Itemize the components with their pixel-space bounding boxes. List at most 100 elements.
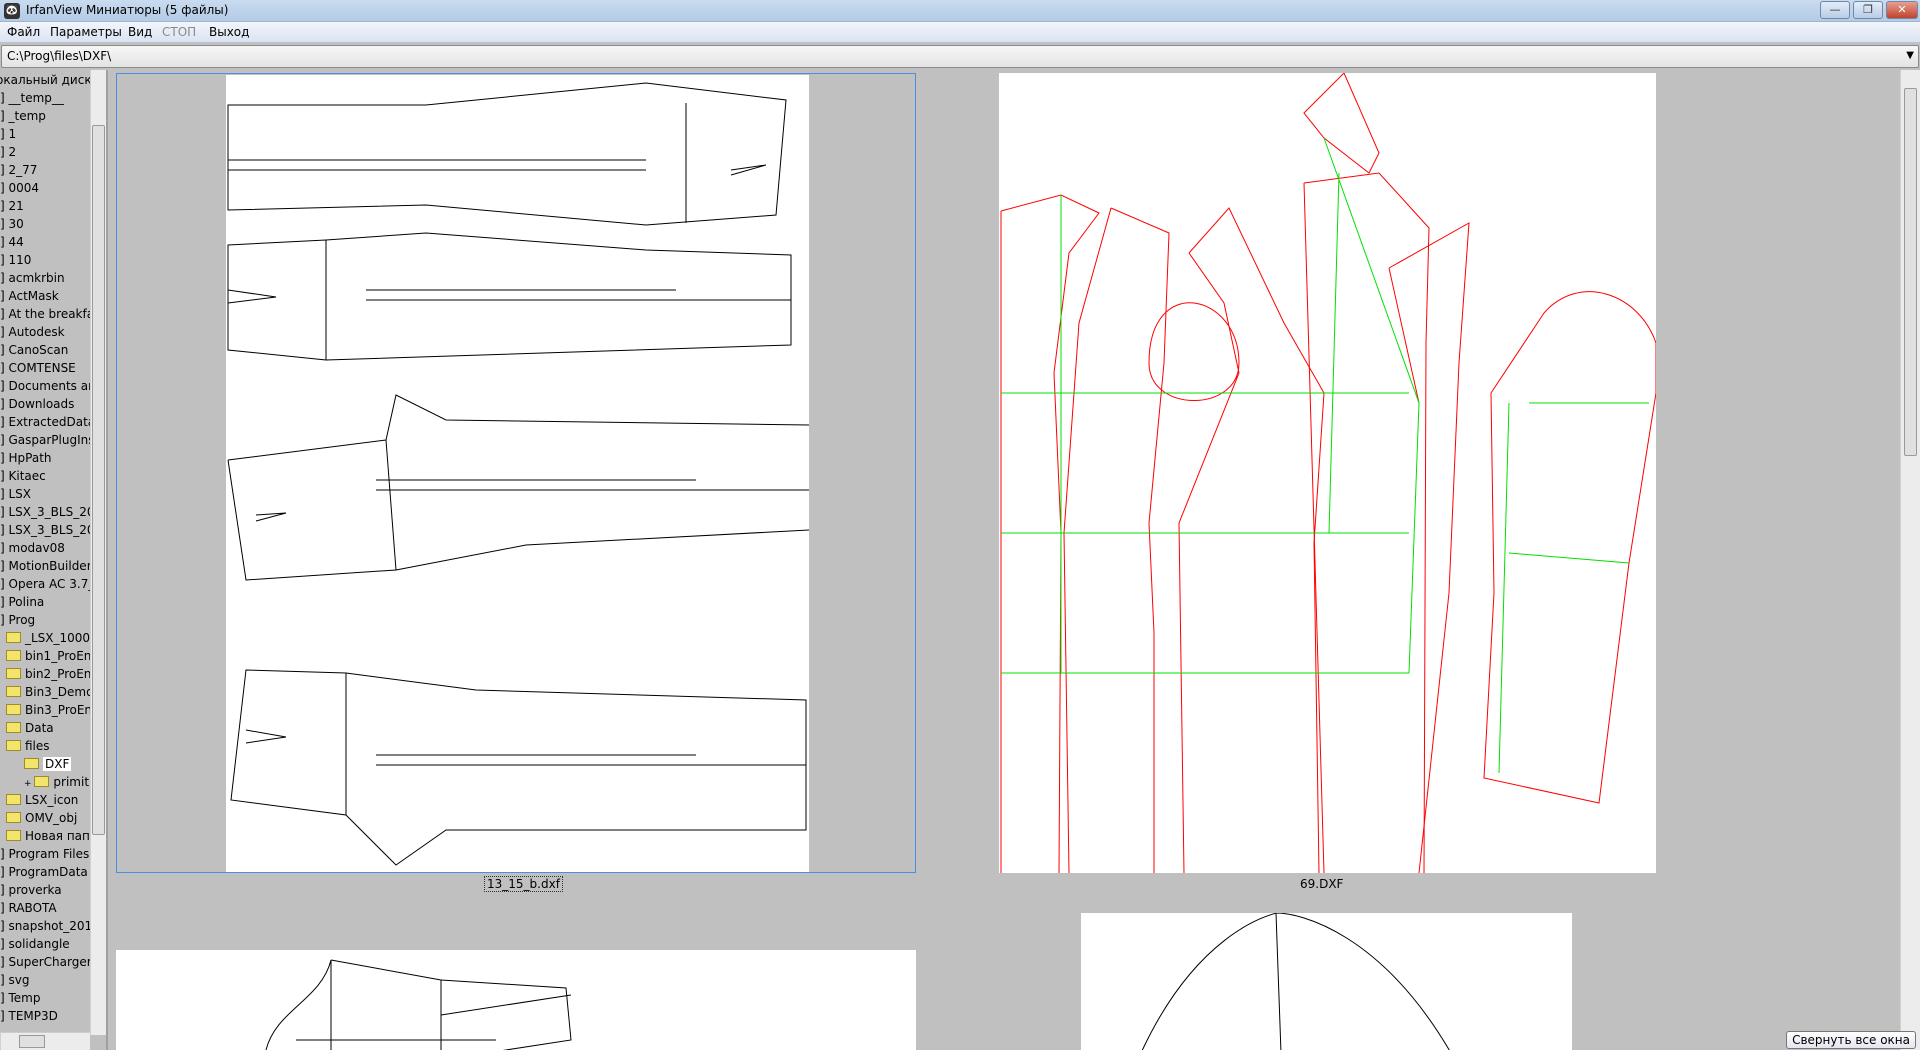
tree-item[interactable]: files	[6, 737, 50, 755]
tree-hscroll-thumb[interactable]	[19, 1035, 45, 1048]
tree-item[interactable]: окальный диск (	[0, 71, 100, 89]
tree-scroll-thumb[interactable]	[92, 125, 105, 835]
tree-item[interactable]: ] 21	[0, 197, 24, 215]
tree-item-label: MotionBuilder2	[8, 559, 100, 573]
tree-branch-line: ]	[0, 307, 9, 321]
tree-item[interactable]: + primitiv	[24, 773, 99, 791]
tree-item-label: 110	[8, 253, 32, 267]
tree-branch-line: ]	[0, 397, 9, 411]
tree-item[interactable]: Bin3_Demo	[6, 683, 93, 701]
tree-item[interactable]: ] Downloads	[0, 395, 74, 413]
thumbnail-label: 69.DXF	[1300, 877, 1344, 891]
menu-file[interactable]: Файл	[7, 25, 40, 39]
tree-item[interactable]: ] Opera AC 3.7_н	[0, 575, 102, 593]
tree-item[interactable]: ] ProgramData	[0, 863, 88, 881]
tree-item[interactable]: OMV_obj	[6, 809, 77, 827]
tree-item-label: Polina	[8, 595, 45, 609]
tree-item-label: OMV_obj	[25, 811, 78, 825]
tree-vertical-scrollbar[interactable]	[90, 70, 106, 1035]
tree-branch-line: ]	[0, 415, 9, 429]
tree-item-label: Downloads	[8, 397, 75, 411]
tree-item[interactable]: ] RABOTA	[0, 899, 57, 917]
tree-item[interactable]: ] SuperChargerP	[0, 953, 99, 971]
tree-item[interactable]: Bin3_ProEn_	[6, 701, 98, 719]
tree-item[interactable]: ] Polina	[0, 593, 44, 611]
tree-item[interactable]: ] snapshot_2018-	[0, 917, 104, 935]
tree-item[interactable]: ] svg	[0, 971, 29, 989]
main-scroll-thumb[interactable]	[1904, 88, 1917, 456]
tree-item[interactable]: ] Autodesk	[0, 323, 65, 341]
tree-item-label: 21	[8, 199, 24, 213]
menu-exit[interactable]: Выход	[209, 25, 249, 39]
tree-item[interactable]: bin2_ProEn_	[6, 665, 97, 683]
tree-item[interactable]: ] solidangle	[0, 935, 70, 953]
tree-item-label: SuperChargerP	[8, 955, 99, 969]
tree-item[interactable]: Data	[6, 719, 54, 737]
tree-item[interactable]: ] Documents and	[0, 377, 103, 395]
menu-view[interactable]: Вид	[128, 25, 152, 39]
main-vertical-scrollbar[interactable]	[1900, 70, 1920, 1050]
tree-item-label: __temp__	[8, 91, 64, 105]
tree-item[interactable]: ] HpPath	[0, 449, 52, 467]
tree-item[interactable]: _LSX_1000_	[6, 629, 96, 647]
folder-icon	[6, 740, 21, 751]
tree-item[interactable]: Новая папк	[6, 827, 97, 845]
tree-item[interactable]: ] ExtractedData	[0, 413, 95, 431]
tree-branch-line: ]	[0, 559, 9, 573]
path-combobox[interactable]: C:\Prog\files\DXF\ ▼	[1, 45, 1919, 68]
folder-icon	[6, 668, 21, 679]
tree-branch-line: ]	[0, 91, 9, 105]
menu-options[interactable]: Параметры	[50, 25, 122, 39]
tree-item-label: DXF	[43, 757, 72, 771]
tree-item[interactable]: ] 110	[0, 251, 31, 269]
tree-item[interactable]: ] Temp	[0, 989, 40, 1007]
close-button[interactable]: ✕	[1886, 1, 1918, 19]
tree-item[interactable]: ] GasparPlugIns	[0, 431, 95, 449]
tree-item[interactable]: ] 0004	[0, 179, 39, 197]
tree-item[interactable]: ] Prog	[0, 611, 35, 629]
tree-item-label: Bin3_Demo	[25, 685, 94, 699]
tree-item[interactable]: ] 2	[0, 143, 16, 161]
tree-item[interactable]: DXF	[24, 755, 72, 773]
tree-item[interactable]: ] 2_77	[0, 161, 37, 179]
tree-item-label: Kitaec	[8, 469, 46, 483]
tree-item-label: GasparPlugIns	[8, 433, 95, 447]
tree-item-label: Opera AC 3.7_н	[8, 577, 103, 591]
thumbnail-13-15-b[interactable]	[116, 73, 916, 873]
thumbnail-3[interactable]	[116, 950, 916, 1050]
tree-item[interactable]: ] modav08	[0, 539, 65, 557]
tree-horizontal-scrollbar[interactable]	[0, 1032, 90, 1050]
expand-icon[interactable]: +	[24, 779, 34, 789]
tree-item-label: 0004	[8, 181, 40, 195]
tree-item[interactable]: LSX_icon	[6, 791, 78, 809]
tree-branch-line: ]	[0, 199, 9, 213]
tree-branch-line: ]	[0, 361, 9, 375]
tree-item[interactable]: ] 30	[0, 215, 24, 233]
tree-item[interactable]: ] __temp__	[0, 89, 64, 107]
tree-item[interactable]: ] ActMask	[0, 287, 59, 305]
tree-item[interactable]: ] Program Files	[0, 845, 89, 863]
tree-item[interactable]: ] 1	[0, 125, 16, 143]
tree-item[interactable]: ] proverka	[0, 881, 62, 899]
tree-item[interactable]: ] Kitaec	[0, 467, 46, 485]
tree-branch-line: ]	[0, 469, 9, 483]
tree-item[interactable]: ] LSX	[0, 485, 31, 503]
tree-item[interactable]: bin1_ProEn_	[6, 647, 97, 665]
minimize-button[interactable]: —	[1820, 1, 1850, 19]
thumbnail-69-dxf[interactable]	[999, 73, 1656, 873]
tree-item[interactable]: ] 44	[0, 233, 24, 251]
tree-item[interactable]: ] _temp	[0, 107, 46, 125]
tree-item[interactable]: ] COMTENSE	[0, 359, 76, 377]
menu-stop[interactable]: СТОП	[162, 25, 196, 39]
dropdown-arrow-icon[interactable]: ▼	[1906, 50, 1914, 61]
tree-item[interactable]: ] acmkrbin	[0, 269, 65, 287]
tree-item[interactable]: ] CanoScan	[0, 341, 68, 359]
tree-branch-line: ]	[0, 973, 9, 987]
tree-branch-line: ]	[0, 1009, 9, 1023]
tree-item-label: Data	[25, 721, 54, 735]
tree-item[interactable]: ] TEMP3D	[0, 1007, 58, 1025]
restore-button[interactable]: ❐	[1853, 1, 1883, 19]
tree-item[interactable]: ] MotionBuilder2	[0, 557, 99, 575]
folder-icon	[6, 794, 21, 805]
thumbnail-4[interactable]	[1081, 913, 1572, 1050]
